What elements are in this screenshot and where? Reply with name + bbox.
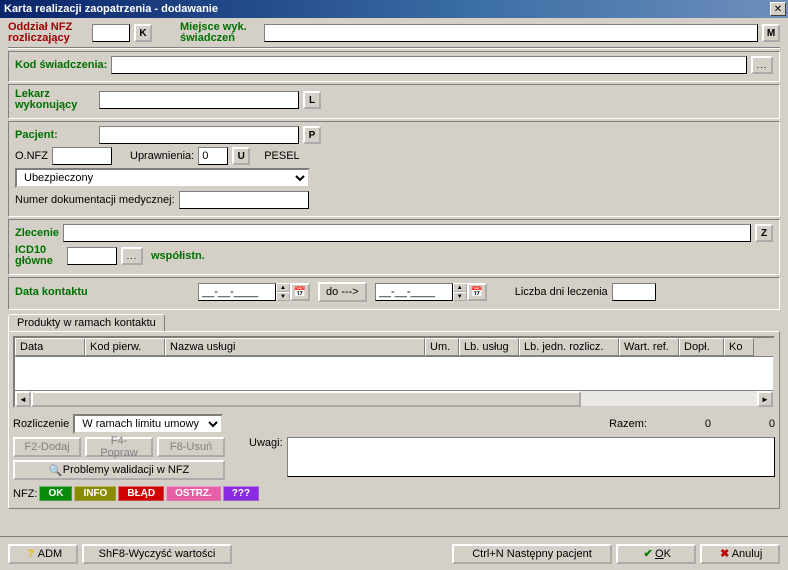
date-to-up[interactable]: ▲ xyxy=(453,283,467,292)
nfz-prefix: NFZ: xyxy=(13,488,37,500)
nfz-chip: ??? xyxy=(223,486,259,501)
pesel-label: PESEL xyxy=(264,150,299,162)
clear-button[interactable]: ShF8-Wyczyść wartości xyxy=(82,544,232,564)
dni-input[interactable] xyxy=(612,283,656,301)
scroll-left-icon[interactable]: ◄ xyxy=(15,391,31,407)
date-from-up[interactable]: ▲ xyxy=(276,283,290,292)
pacjent-input[interactable] xyxy=(99,126,299,144)
miejsce-input[interactable] xyxy=(264,24,758,42)
close-button[interactable]: ✕ xyxy=(770,2,786,16)
onfz-label: O.NFZ xyxy=(15,150,48,162)
date-from-input[interactable] xyxy=(198,283,276,301)
icd10-label: ICD10 główne xyxy=(15,245,63,267)
next-patient-button[interactable]: Ctrl+N Następny pacjent xyxy=(452,544,612,564)
f4-edit-button[interactable]: F4-Popraw xyxy=(85,437,153,457)
grid-header-col[interactable]: Data xyxy=(15,338,85,356)
zlecenie-label: Zlecenie xyxy=(15,227,59,239)
nfz-chip: OSTRZ. xyxy=(166,486,221,501)
scroll-right-icon[interactable]: ► xyxy=(757,391,773,407)
grid-header-col[interactable]: Wart. ref. xyxy=(619,338,679,356)
date-to-group: ▲ ▼ 📅 xyxy=(375,283,487,301)
dni-label: Liczba dni leczenia xyxy=(515,286,608,298)
uprawnienia-input[interactable] xyxy=(198,147,228,165)
kontakt-label: Data kontaktu xyxy=(15,286,100,298)
uprawnienia-lookup-button[interactable]: U xyxy=(232,147,250,165)
miejsce-lookup-button[interactable]: M xyxy=(762,24,780,42)
scroll-thumb[interactable] xyxy=(31,391,581,407)
oddzial-input[interactable] xyxy=(92,24,130,42)
razem-value-2: 0 xyxy=(715,418,775,430)
hscrollbar[interactable]: ◄ ► xyxy=(15,390,773,406)
nfz-chip: OK xyxy=(39,486,72,501)
razem-label: Razem: xyxy=(609,418,647,430)
check-icon: ✔ xyxy=(641,547,655,560)
ubezp-select[interactable]: Ubezpieczony xyxy=(15,168,310,188)
oddzial-lookup-button[interactable]: K xyxy=(134,24,152,42)
grid-header-col[interactable]: Lb. usług xyxy=(459,338,519,356)
kod-input[interactable] xyxy=(111,56,747,74)
icd10-input[interactable] xyxy=(67,247,117,265)
zlecenie-input[interactable] xyxy=(63,224,751,242)
cancel-icon: ✖ xyxy=(718,547,732,560)
lekarz-label: Lekarz wykonujący xyxy=(15,89,95,111)
ok-label: OK xyxy=(655,548,671,560)
products-grid: DataKod pierw.Nazwa usługiUm.Lb. usługLb… xyxy=(13,336,775,408)
calendar-from-icon[interactable]: 📅 xyxy=(290,283,310,301)
razem-value-1: 0 xyxy=(651,418,711,430)
titlebar: Karta realizacji zaopatrzenia - dodawani… xyxy=(0,0,788,18)
uprawnienia-label: Uprawnienia: xyxy=(130,150,194,162)
lekarz-input[interactable] xyxy=(99,91,299,109)
footer-bar: ? ADM ShF8-Wyczyść wartości Ctrl+N Nastę… xyxy=(0,536,788,570)
cancel-button[interactable]: ✖ Anuluj xyxy=(700,544,780,564)
kod-label: Kod świadczenia: xyxy=(15,59,107,71)
rozliczenie-select[interactable]: W ramach limitu umowy xyxy=(73,414,223,434)
grid-header-col[interactable]: Ko xyxy=(724,338,754,356)
onfz-input[interactable] xyxy=(52,147,112,165)
f2-add-button[interactable]: F2-Dodaj xyxy=(13,437,81,457)
do-button[interactable]: do ---> xyxy=(318,282,367,302)
f8-delete-button[interactable]: F8-Usuń xyxy=(157,437,225,457)
miejsce-label: Miejsce wyk. świadczeń xyxy=(180,22,260,44)
oddzial-label: Oddział NFZ rozliczający xyxy=(8,22,88,44)
zlecenie-lookup-button[interactable]: Z xyxy=(755,224,773,242)
nfz-chip: BŁĄD xyxy=(118,486,164,501)
date-from-down[interactable]: ▼ xyxy=(276,292,290,301)
nfz-chip: INFO xyxy=(74,486,116,501)
date-to-input[interactable] xyxy=(375,283,453,301)
grid-header-col[interactable]: Dopł. xyxy=(679,338,724,356)
window-title: Karta realizacji zaopatrzenia - dodawani… xyxy=(2,3,218,15)
ok-button[interactable]: ✔ OK xyxy=(616,544,696,564)
help-icon: ? xyxy=(24,548,38,560)
date-from-group: ▲ ▼ 📅 xyxy=(198,283,310,301)
walidacja-label: Problemy walidacji w NFZ xyxy=(63,464,190,476)
rozliczenie-label: Rozliczenie xyxy=(13,418,69,430)
cancel-label: Anuluj xyxy=(732,548,763,560)
pacjent-lookup-button[interactable]: P xyxy=(303,126,321,144)
tab-products[interactable]: Produkty w ramach kontaktu xyxy=(8,314,165,331)
kod-lookup-button[interactable]: ... xyxy=(751,56,773,74)
grid-header-col[interactable]: Um. xyxy=(425,338,459,356)
grid-header-col[interactable]: Kod pierw. xyxy=(85,338,165,356)
grid-header: DataKod pierw.Nazwa usługiUm.Lb. usługLb… xyxy=(15,338,773,357)
uwagi-textarea[interactable] xyxy=(287,437,775,477)
date-to-down[interactable]: ▼ xyxy=(453,292,467,301)
magnifier-icon: 🔍 xyxy=(49,464,63,477)
grid-header-col[interactable]: Nazwa usługi xyxy=(165,338,425,356)
adm-label: ADM xyxy=(38,548,62,560)
grid-header-col[interactable]: Lb. jedn. rozlicz. xyxy=(519,338,619,356)
walidacja-button[interactable]: 🔍 Problemy walidacji w NFZ xyxy=(13,460,225,480)
doc-label: Numer dokumentacji medycznej: xyxy=(15,194,175,206)
lekarz-lookup-button[interactable]: L xyxy=(303,91,321,109)
uwagi-label: Uwagi: xyxy=(249,437,283,477)
wspolistn-label: współistn. xyxy=(151,250,205,262)
icd10-lookup-button[interactable]: ... xyxy=(121,247,143,265)
doc-input[interactable] xyxy=(179,191,309,209)
pacjent-label: Pacjent: xyxy=(15,129,95,141)
adm-button[interactable]: ? ADM xyxy=(8,544,78,564)
calendar-to-icon[interactable]: 📅 xyxy=(467,283,487,301)
